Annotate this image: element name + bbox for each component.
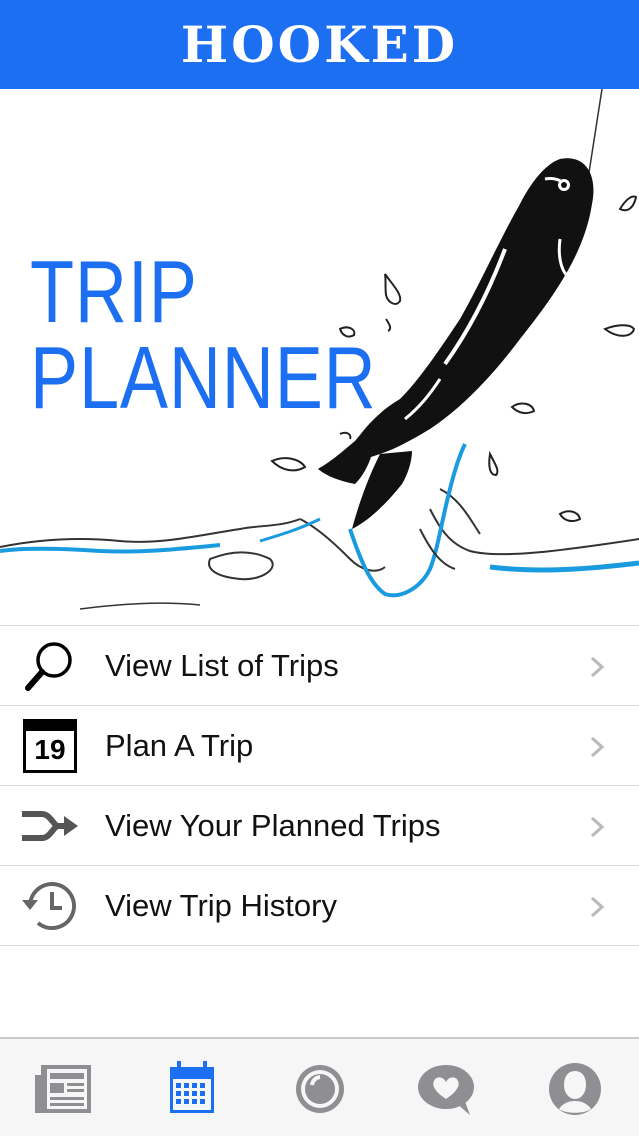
calendar-icon	[170, 1061, 214, 1113]
menu-item-view-your-planned-trips[interactable]: View Your Planned Trips	[0, 786, 639, 866]
chevron-right-icon	[590, 656, 605, 678]
hero-banner: TRIP PLANNER	[0, 89, 639, 625]
app-logo: HOOKED	[180, 14, 459, 74]
chevron-right-icon	[590, 816, 605, 838]
calendar-day-number: 19	[34, 734, 66, 765]
menu-item-label: View Trip History	[105, 887, 337, 923]
chevron-right-icon	[590, 896, 605, 918]
menu-item-view-trip-history[interactable]: View Trip History	[0, 866, 639, 946]
history-clock-icon	[18, 876, 82, 936]
tab-calendar[interactable]	[158, 1057, 222, 1121]
profile-icon	[549, 1063, 601, 1115]
menu-item-label: Plan A Trip	[105, 727, 254, 763]
chevron-right-icon	[590, 736, 605, 758]
menu-item-plan-a-trip[interactable]: 19 Plan A Trip	[0, 706, 639, 786]
search-icon	[18, 636, 82, 696]
bottom-tab-bar	[0, 1037, 639, 1136]
tab-news[interactable]	[31, 1057, 95, 1121]
tab-profile[interactable]	[543, 1057, 607, 1121]
merge-arrow-icon	[18, 796, 82, 856]
trip-menu: View List of Trips 19 Plan A Trip View Y…	[0, 625, 639, 946]
chat-heart-icon	[418, 1065, 474, 1115]
menu-item-view-list-of-trips[interactable]: View List of Trips	[0, 626, 639, 706]
top-bar: HOOKED	[0, 0, 639, 89]
tab-camera[interactable]	[286, 1057, 350, 1121]
camera-lens-icon	[296, 1065, 344, 1113]
news-icon	[35, 1065, 91, 1113]
title-line-1: TRIP	[30, 242, 198, 341]
menu-item-label: View Your Planned Trips	[105, 807, 441, 843]
trip-planner-title: TRIP PLANNER	[30, 242, 377, 427]
title-line-2: PLANNER	[30, 328, 377, 427]
calendar-19-icon: 19	[18, 716, 82, 776]
tab-chat[interactable]	[414, 1057, 478, 1121]
menu-item-label: View List of Trips	[105, 647, 339, 683]
